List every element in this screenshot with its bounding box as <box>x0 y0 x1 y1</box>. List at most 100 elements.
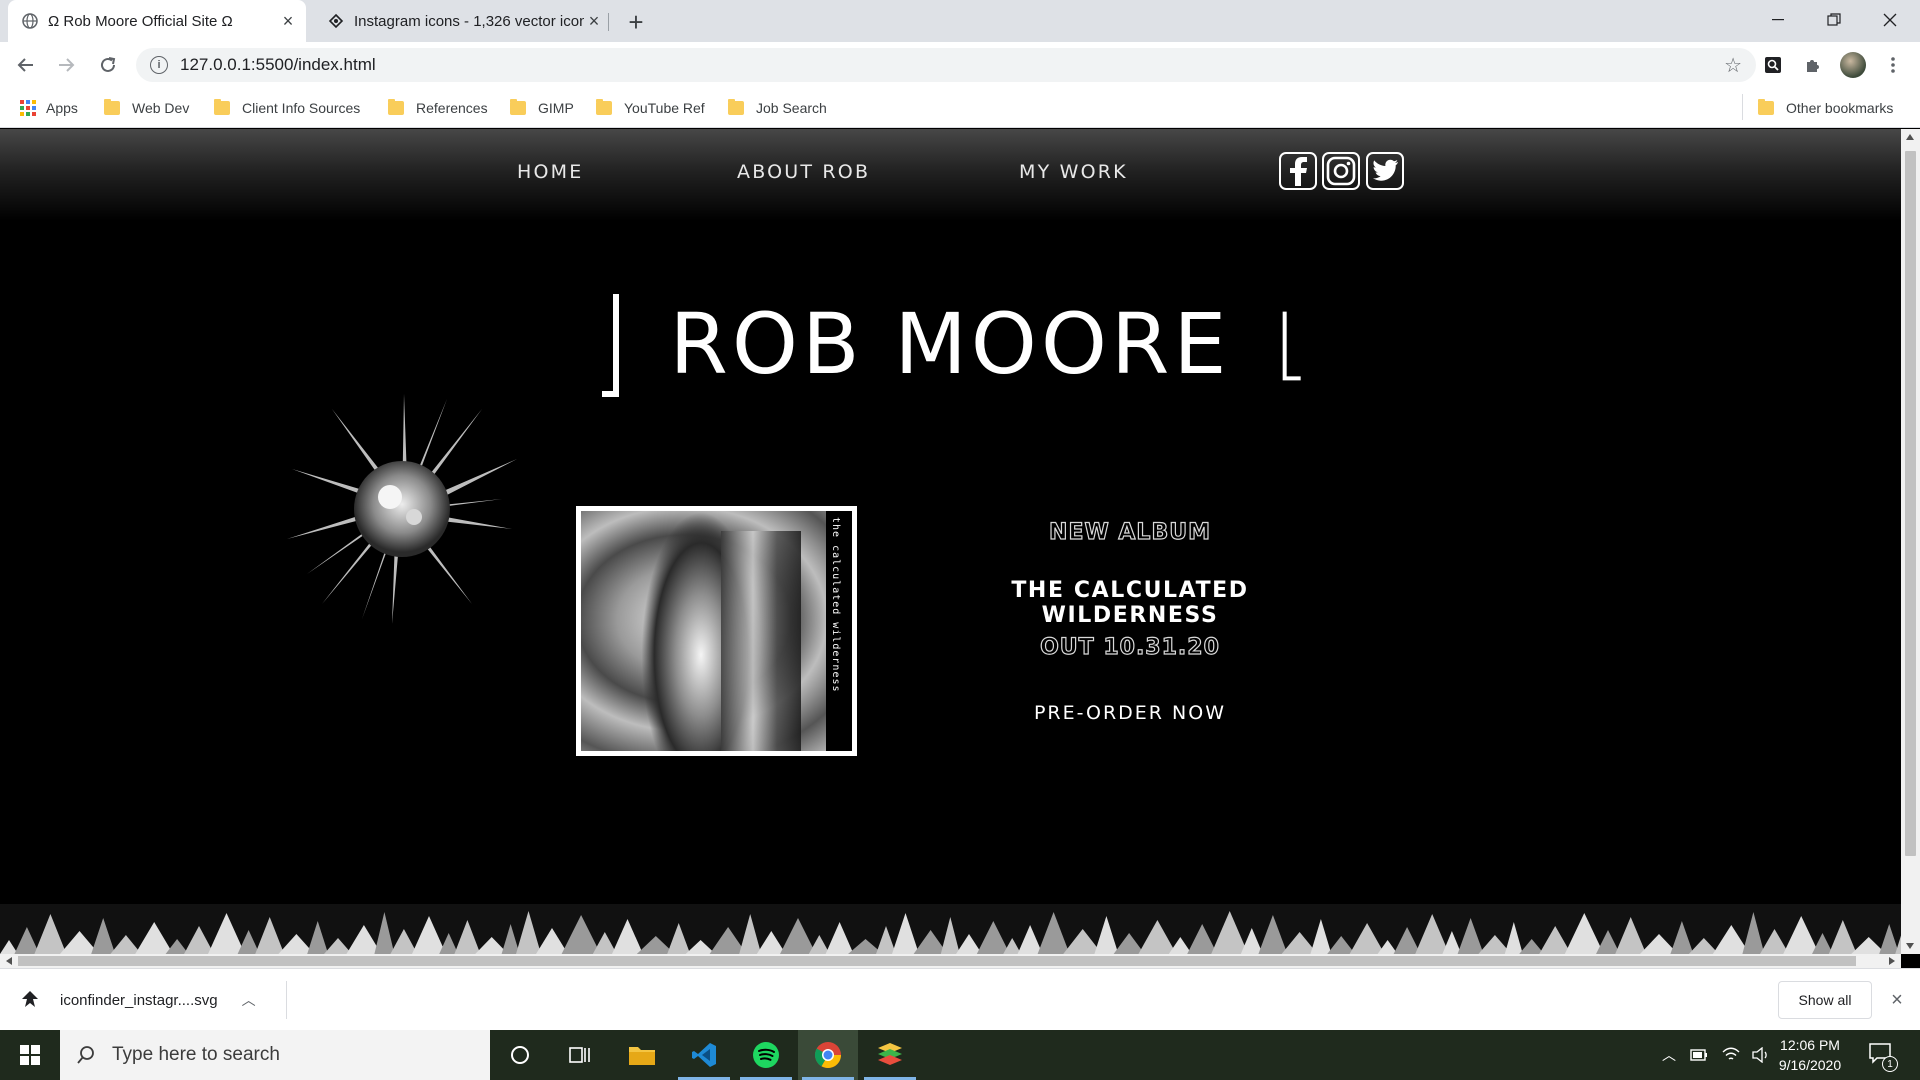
browser-toolbar: i 127.0.0.1:5500/index.html ☆ <box>0 42 1920 88</box>
tab-divider <box>608 13 609 31</box>
close-window-icon[interactable] <box>1862 0 1918 40</box>
inkscape-file-icon <box>22 991 38 1007</box>
bookmark-label: Job Search <box>756 100 827 116</box>
bookmark-label: Apps <box>46 100 78 116</box>
bookmark-label: References <box>416 100 488 116</box>
site-navbar: HOME ABOUT ROB MY WORK <box>0 129 1901 221</box>
preorder-link[interactable]: PRE-ORDER NOW <box>930 702 1330 724</box>
bookmark-other-bookmarks[interactable]: Other bookmarks <box>1758 96 1893 120</box>
close-tab-icon[interactable]: × <box>584 11 604 31</box>
nav-about-link[interactable]: ABOUT ROB <box>737 157 870 187</box>
bookmark-client-info-sources[interactable]: Client Info Sources <box>214 96 360 120</box>
scroll-thumb[interactable] <box>1905 151 1916 856</box>
windows-start-icon[interactable] <box>0 1030 60 1080</box>
facebook-icon[interactable] <box>1279 152 1317 190</box>
back-icon[interactable] <box>8 47 44 83</box>
notifications-icon[interactable]: 1 <box>1868 1042 1898 1072</box>
left-bracket-icon <box>602 294 619 397</box>
restore-icon[interactable] <box>1806 0 1862 40</box>
tab-title: Ω Rob Moore Official Site Ω <box>48 12 233 30</box>
iconfinder-icon <box>328 13 344 29</box>
album-art-image: the calculated wilderness <box>581 511 852 751</box>
album-cover-text: the calculated wilderness <box>830 517 841 693</box>
close-shelf-icon[interactable]: × <box>1884 987 1910 1013</box>
tab-instagram-icons[interactable]: Instagram icons - 1,326 vector icons × <box>314 0 612 42</box>
site-info-icon[interactable]: i <box>150 56 168 74</box>
chrome-icon[interactable] <box>798 1030 858 1080</box>
download-item[interactable]: iconfinder_instagr....svg ︿ <box>20 981 256 1019</box>
bookmark-web-dev[interactable]: Web Dev <box>104 96 189 120</box>
browser-menu-icon[interactable] <box>1876 48 1910 82</box>
site-title-text: ROB MOORE <box>669 295 1231 393</box>
chevron-up-icon[interactable]: ︿ <box>242 990 256 1010</box>
spike-ground-image <box>0 904 1901 954</box>
notification-count: 1 <box>1882 1056 1898 1072</box>
download-shelf: iconfinder_instagr....svg ︿ Show all × <box>0 968 1920 1030</box>
tab-strip: Ω Rob Moore Official Site Ω × Instagram … <box>0 0 1920 42</box>
bookmark-references[interactable]: References <box>388 96 488 120</box>
download-filename: iconfinder_instagr....svg <box>60 991 218 1009</box>
search-placeholder: Type here to search <box>112 1044 280 1065</box>
scroll-left-icon[interactable] <box>6 957 12 965</box>
vertical-scrollbar[interactable] <box>1901 129 1920 954</box>
folder-icon <box>728 99 744 115</box>
site-title: ROB MOORE <box>590 284 1310 404</box>
clock-time: 12:06 PM <box>1780 1037 1840 1053</box>
twitter-icon[interactable] <box>1366 152 1404 190</box>
bookmark-youtube-ref[interactable]: YouTube Ref <box>596 96 705 120</box>
reload-icon[interactable] <box>90 47 126 83</box>
bookmark-job-search[interactable]: Job Search <box>728 96 827 120</box>
search-icon <box>77 1046 94 1064</box>
right-bracket-icon <box>1282 311 1301 381</box>
scroll-thumb[interactable] <box>18 956 1856 966</box>
profile-avatar[interactable] <box>1836 48 1870 82</box>
cortana-icon[interactable] <box>490 1030 550 1080</box>
instagram-icon[interactable] <box>1322 152 1360 190</box>
nav-work-link[interactable]: MY WORK <box>1019 157 1128 187</box>
scroll-down-icon[interactable] <box>1906 943 1914 949</box>
bookmark-label: Web Dev <box>132 100 190 116</box>
tab-title: Instagram icons - 1,326 vector icons <box>354 12 584 30</box>
apps-grid-icon <box>20 100 36 116</box>
close-tab-icon[interactable]: × <box>278 11 298 31</box>
url-text[interactable]: 127.0.0.1:5500/index.html <box>180 55 1724 75</box>
page-viewport: HOME ABOUT ROB MY WORK ROB MOORE the cal… <box>0 129 1901 954</box>
minimize-icon[interactable] <box>1750 0 1806 40</box>
bookmark-apps[interactable]: Apps <box>20 96 78 120</box>
bookmark-label: Other bookmarks <box>1786 100 1894 116</box>
folder-icon <box>388 99 404 115</box>
bookmarks-divider <box>1742 94 1743 120</box>
vscode-icon[interactable] <box>674 1030 734 1080</box>
chevron-up-icon[interactable]: ︿ <box>1662 1045 1676 1065</box>
scroll-up-icon[interactable] <box>1906 134 1914 140</box>
show-all-button[interactable]: Show all <box>1778 981 1872 1019</box>
search-extension-icon[interactable] <box>1756 48 1790 82</box>
task-view-icon[interactable] <box>550 1030 610 1080</box>
windows-taskbar: Type here to search ︿ 12:06 PM 9/16/2020… <box>0 1030 1920 1080</box>
taskbar-search-box[interactable]: Type here to search <box>60 1030 490 1080</box>
download-divider <box>286 981 287 1019</box>
taskbar-clock[interactable]: 12:06 PM 9/16/2020 <box>1760 1035 1860 1075</box>
address-bar[interactable]: i 127.0.0.1:5500/index.html ☆ <box>136 48 1756 82</box>
new-tab-icon[interactable]: + <box>620 6 652 38</box>
bookmark-label: Client Info Sources <box>242 100 361 116</box>
bookmark-gimp[interactable]: GIMP <box>510 96 574 120</box>
bookmark-star-icon[interactable]: ☆ <box>1724 53 1742 78</box>
wifi-icon[interactable] <box>1722 1047 1740 1063</box>
folder-icon <box>596 99 612 115</box>
globe-icon <box>22 13 38 29</box>
album-title: THE CALCULATED WILDERNESS <box>1011 578 1249 628</box>
file-explorer-icon[interactable] <box>612 1030 672 1080</box>
forward-icon[interactable] <box>48 47 84 83</box>
bluestacks-icon[interactable] <box>860 1030 920 1080</box>
battery-icon[interactable] <box>1690 1049 1708 1061</box>
bookmark-label: GIMP <box>538 100 574 116</box>
nav-home-link[interactable]: HOME <box>517 157 583 187</box>
tab-rob-moore[interactable]: Ω Rob Moore Official Site Ω × <box>8 0 306 42</box>
album-cover[interactable]: the calculated wilderness <box>576 506 857 756</box>
horizontal-scrollbar[interactable] <box>0 954 1901 968</box>
folder-icon <box>1758 99 1774 115</box>
spotify-icon[interactable] <box>736 1030 796 1080</box>
extensions-puzzle-icon[interactable] <box>1796 48 1830 82</box>
scroll-right-icon[interactable] <box>1889 957 1895 965</box>
